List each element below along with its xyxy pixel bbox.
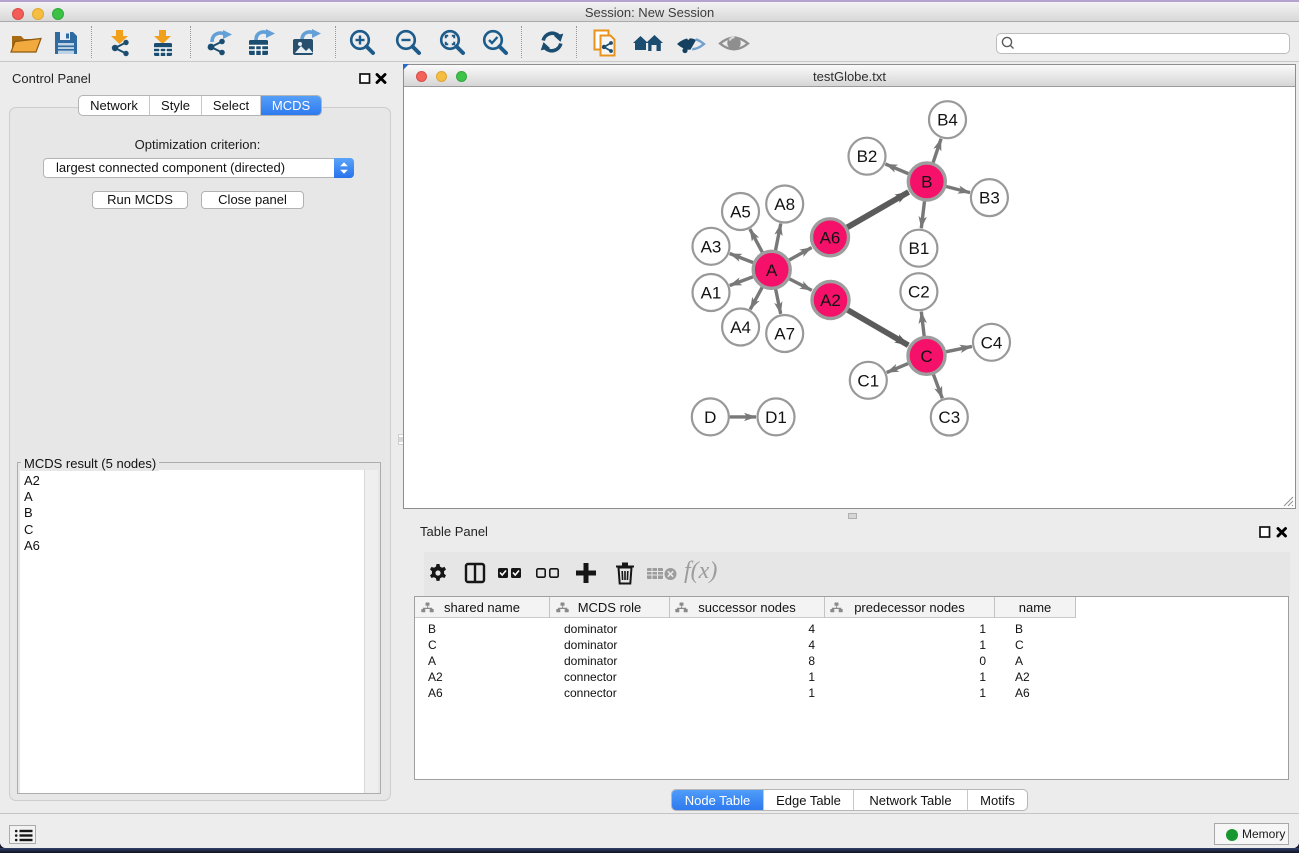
svg-text:B1: B1 xyxy=(909,239,930,258)
svg-text:C4: C4 xyxy=(981,333,1003,352)
svg-text:D1: D1 xyxy=(765,408,787,427)
svg-text:C3: C3 xyxy=(938,408,960,427)
svg-text:B4: B4 xyxy=(937,111,958,130)
svg-text:A1: A1 xyxy=(701,284,722,303)
svg-text:A6: A6 xyxy=(820,228,841,247)
svg-text:C2: C2 xyxy=(908,283,930,302)
svg-text:C1: C1 xyxy=(857,371,879,390)
svg-text:D: D xyxy=(704,408,716,427)
svg-text:C: C xyxy=(920,347,932,366)
svg-text:B3: B3 xyxy=(979,189,1000,208)
svg-text:A5: A5 xyxy=(730,203,751,222)
svg-text:A2: A2 xyxy=(820,291,841,310)
svg-text:B2: B2 xyxy=(857,147,878,166)
svg-text:A8: A8 xyxy=(774,195,795,214)
svg-text:B: B xyxy=(921,173,932,192)
svg-text:A4: A4 xyxy=(730,318,751,337)
svg-text:A7: A7 xyxy=(774,325,795,344)
svg-text:A3: A3 xyxy=(701,237,722,256)
svg-text:A: A xyxy=(766,261,778,280)
